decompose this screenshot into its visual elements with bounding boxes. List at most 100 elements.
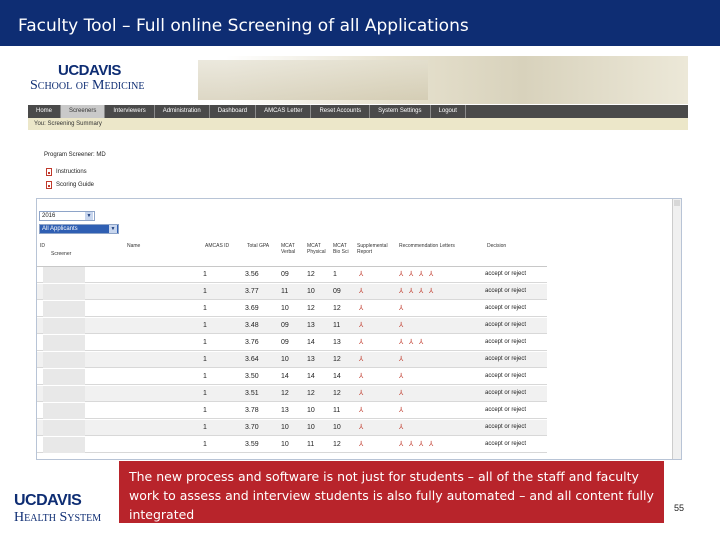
nav-logout[interactable]: Logout bbox=[431, 105, 466, 118]
pdf-icon[interactable]: ⅄ bbox=[399, 288, 406, 295]
nav-screeners[interactable]: Screeners bbox=[61, 105, 106, 118]
pdf-icon[interactable]: ⅄ bbox=[419, 339, 426, 346]
supplemental-report[interactable]: ⅄ bbox=[359, 390, 366, 397]
pdf-icon[interactable]: ⅄ bbox=[409, 441, 416, 448]
supplemental-report[interactable]: ⅄ bbox=[359, 271, 366, 278]
supplemental-report[interactable]: ⅄ bbox=[359, 373, 366, 380]
pdf-icon[interactable]: ⅄ bbox=[399, 373, 406, 380]
pdf-icon[interactable]: ⅄ bbox=[399, 441, 406, 448]
nav-administration[interactable]: Administration bbox=[155, 105, 210, 118]
pdf-icon[interactable]: ⅄ bbox=[419, 441, 426, 448]
pdf-icon[interactable]: ⅄ bbox=[419, 271, 426, 278]
pdf-icon[interactable]: ⅄ bbox=[399, 424, 406, 431]
year-select[interactable]: 2016 ▼ bbox=[39, 211, 95, 221]
decision-link[interactable]: accept or reject bbox=[485, 339, 526, 345]
pdf-icon[interactable]: ⅄ bbox=[399, 271, 406, 278]
instructions-link[interactable]: Instructions bbox=[46, 167, 87, 177]
decision-link[interactable]: accept or reject bbox=[485, 356, 526, 362]
mcat-physical-cell: 10 bbox=[307, 288, 315, 295]
pdf-icon[interactable]: ⅄ bbox=[399, 305, 406, 312]
col-decision[interactable]: Decision bbox=[487, 243, 506, 249]
table-row[interactable]: 1 3.77 11 10 09 ⅄ ⅄ ⅄ ⅄ ⅄ accept or reject bbox=[37, 284, 547, 300]
decision-link[interactable]: accept or reject bbox=[485, 271, 526, 277]
pdf-icon[interactable]: ⅄ bbox=[399, 339, 406, 346]
supplemental-report[interactable]: ⅄ bbox=[359, 305, 366, 312]
supplemental-report[interactable]: ⅄ bbox=[359, 441, 366, 448]
table-row[interactable]: 1 3.64 10 13 12 ⅄ ⅄ accept or reject bbox=[37, 352, 547, 368]
pdf-icon[interactable]: ⅄ bbox=[359, 390, 366, 397]
table-row[interactable]: 1 3.56 09 12 1 ⅄ ⅄ ⅄ ⅄ ⅄ accept or reject bbox=[37, 267, 547, 283]
col-mcat-verbal[interactable]: MCAT Verbal bbox=[281, 243, 303, 255]
col-mcat-physical[interactable]: MCAT Physical bbox=[307, 243, 331, 255]
col-amcas-id[interactable]: AMCAS ID bbox=[205, 243, 229, 249]
pdf-icon[interactable]: ⅄ bbox=[359, 305, 366, 312]
nav-dashboard[interactable]: Dashboard bbox=[210, 105, 257, 118]
pdf-icon[interactable]: ⅄ bbox=[399, 407, 406, 414]
row-id-cell: 1 bbox=[203, 339, 207, 346]
nav-interviewers[interactable]: Interviewers bbox=[105, 105, 155, 118]
pdf-icon[interactable]: ⅄ bbox=[429, 441, 436, 448]
scroll-up-arrow[interactable] bbox=[674, 200, 680, 206]
table-row[interactable]: 1 3.50 14 14 14 ⅄ ⅄ accept or reject bbox=[37, 369, 547, 385]
pdf-icon[interactable]: ⅄ bbox=[359, 356, 366, 363]
nav-reset-accounts[interactable]: Reset Accounts bbox=[311, 105, 371, 118]
mcat-bio-cell: 12 bbox=[333, 356, 341, 363]
pdf-icon[interactable]: ⅄ bbox=[399, 390, 406, 397]
caption-box: The new process and software is not just… bbox=[119, 461, 664, 523]
pdf-icon[interactable]: ⅄ bbox=[399, 322, 406, 329]
col-id[interactable]: ID bbox=[40, 243, 45, 249]
decision-link[interactable]: accept or reject bbox=[485, 322, 526, 328]
table-row[interactable]: 1 3.76 09 14 13 ⅄ ⅄ ⅄ ⅄ accept or reject bbox=[37, 335, 547, 351]
col-letters[interactable]: Recommendation Letters bbox=[399, 243, 455, 249]
pdf-icon[interactable]: ⅄ bbox=[359, 339, 366, 346]
table-row[interactable]: 1 3.70 10 10 10 ⅄ ⅄ accept or reject bbox=[37, 420, 547, 436]
col-total-gpa[interactable]: Total GPA bbox=[247, 243, 269, 249]
page-number: 55 bbox=[674, 503, 685, 513]
table-row[interactable]: 1 3.59 10 11 12 ⅄ ⅄ ⅄ ⅄ ⅄ accept or reject bbox=[37, 437, 547, 453]
pdf-icon[interactable]: ⅄ bbox=[409, 339, 416, 346]
scoring-guide-link[interactable]: Scoring Guide bbox=[46, 180, 94, 190]
col-supplemental[interactable]: Supplemental Report bbox=[357, 243, 397, 255]
pdf-icon[interactable]: ⅄ bbox=[359, 271, 366, 278]
supplemental-report[interactable]: ⅄ bbox=[359, 424, 366, 431]
pdf-icon[interactable]: ⅄ bbox=[399, 356, 406, 363]
pdf-icon[interactable]: ⅄ bbox=[359, 288, 366, 295]
table-row[interactable]: 1 3.69 10 12 12 ⅄ ⅄ accept or reject bbox=[37, 301, 547, 317]
pdf-icon[interactable]: ⅄ bbox=[359, 441, 366, 448]
pdf-icon[interactable]: ⅄ bbox=[409, 271, 416, 278]
supplemental-report[interactable]: ⅄ bbox=[359, 407, 366, 414]
decision-link[interactable]: accept or reject bbox=[485, 373, 526, 379]
table-row[interactable]: 1 3.78 13 10 11 ⅄ ⅄ accept or reject bbox=[37, 403, 547, 419]
nav-home[interactable]: Home bbox=[28, 105, 62, 118]
gpa-cell: 3.76 bbox=[245, 339, 259, 346]
nav-system-settings[interactable]: System Settings bbox=[370, 105, 431, 118]
decision-link[interactable]: accept or reject bbox=[485, 305, 526, 311]
pdf-icon[interactable]: ⅄ bbox=[429, 271, 436, 278]
supplemental-report[interactable]: ⅄ bbox=[359, 322, 366, 329]
supplemental-report[interactable]: ⅄ bbox=[359, 288, 366, 295]
pdf-icon[interactable]: ⅄ bbox=[429, 288, 436, 295]
col-mcat-bio[interactable]: MCAT Bio Sci bbox=[333, 243, 355, 255]
decision-link[interactable]: accept or reject bbox=[485, 441, 526, 447]
pdf-icon[interactable]: ⅄ bbox=[359, 424, 366, 431]
vertical-scrollbar[interactable] bbox=[672, 199, 681, 459]
supplemental-report[interactable]: ⅄ bbox=[359, 339, 366, 346]
decision-link[interactable]: accept or reject bbox=[485, 407, 526, 413]
table-row[interactable]: 1 3.51 12 12 12 ⅄ ⅄ accept or reject bbox=[37, 386, 547, 402]
pdf-icon[interactable]: ⅄ bbox=[419, 288, 426, 295]
table-row[interactable]: 1 3.48 09 13 11 ⅄ ⅄ accept or reject bbox=[37, 318, 547, 334]
pdf-icon[interactable]: ⅄ bbox=[409, 288, 416, 295]
col-name[interactable]: Name bbox=[127, 243, 140, 249]
supplemental-report[interactable]: ⅄ bbox=[359, 356, 366, 363]
pdf-icon[interactable]: ⅄ bbox=[359, 407, 366, 414]
decision-link[interactable]: accept or reject bbox=[485, 390, 526, 396]
col-screener[interactable]: Screener bbox=[51, 251, 71, 257]
pdf-icon[interactable]: ⅄ bbox=[359, 322, 366, 329]
decision-link[interactable]: accept or reject bbox=[485, 288, 526, 294]
filter-select[interactable]: All Applicants ▼ bbox=[39, 224, 119, 234]
footer-logo: UCDAVIS Health System bbox=[14, 492, 101, 526]
pdf-icon[interactable]: ⅄ bbox=[359, 373, 366, 380]
decision-link[interactable]: accept or reject bbox=[485, 424, 526, 430]
table-header-row: ID Screener Name AMCAS ID Total GPA MCAT… bbox=[37, 241, 547, 267]
nav-amcas-letter[interactable]: AMCAS Letter bbox=[256, 105, 312, 118]
